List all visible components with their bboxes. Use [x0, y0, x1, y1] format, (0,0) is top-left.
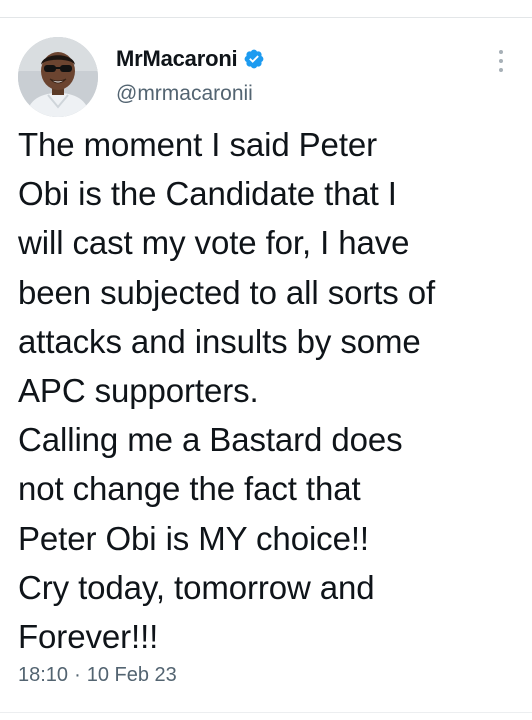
display-name[interactable]: MrMacaroni	[116, 46, 238, 72]
user-handle[interactable]: @mrmacaronii	[116, 82, 492, 106]
verified-badge-icon	[245, 49, 264, 69]
more-vertical-icon[interactable]	[496, 50, 506, 76]
avatar-image	[18, 37, 98, 117]
tweet-date: 10 Feb 23	[86, 664, 177, 686]
tweet-header: MrMacaroni @mrmacaronii	[116, 44, 492, 106]
avatar[interactable]	[18, 37, 98, 117]
tweet-time: 18:10	[18, 664, 69, 686]
timestamp-separator: ·	[74, 664, 81, 686]
name-row: MrMacaroni	[116, 44, 492, 74]
top-divider	[0, 17, 532, 18]
tweet-text: The moment I said Peter Obi is the Candi…	[18, 126, 436, 656]
bottom-divider	[0, 712, 532, 713]
tweet-timestamp[interactable]: 18:10 · 10 Feb 23	[18, 664, 177, 687]
